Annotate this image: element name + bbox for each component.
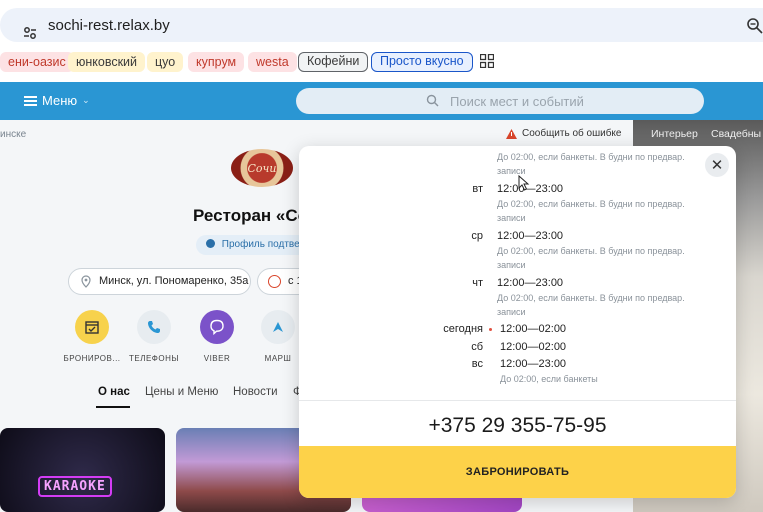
calendar-icon [75,310,109,344]
report-error-link[interactable]: Сообщить об ошибке [506,128,621,139]
tab-wedding[interactable]: Свадебны [711,128,761,140]
hours-day-label: сб [471,341,483,353]
warning-icon [506,128,517,139]
hours-note: До 02:00, если банкеты. В будни по предв… [497,199,685,223]
site-settings-icon[interactable] [22,25,38,41]
today-indicator-dot [489,328,492,331]
phone-number[interactable]: +375 29 355-75-95 [299,414,736,438]
address-text: Минск, ул. Пономаренко, 35а [99,275,249,287]
phone-icon [137,310,171,344]
logo-text: Сочи [247,161,277,175]
action-label: БРОНИРОВ... [63,354,121,363]
url-text[interactable]: sochi-rest.relax.by [48,17,170,34]
hours-note-top: До 02:00, если банкеты. В будни по предв… [497,152,685,176]
breadcrumb[interactable]: инске [0,129,26,140]
route-icon [261,310,295,344]
tab-interior[interactable]: Интерьер [651,128,698,140]
modal-divider [299,400,736,401]
restaurant-logo: Сочи [231,149,293,187]
page-tab[interactable]: Новости [233,386,278,398]
close-button[interactable]: ✕ [705,153,729,177]
search-placeholder: Поиск мест и событий [450,94,584,109]
hours-day-label: ср [471,230,483,242]
hours-time: 12:00—02:00 [500,341,567,353]
action-label: ТЕЛЕФОНЫ [129,354,179,363]
bookmark-chip[interactable]: цуо [147,52,184,72]
verified-badge: Профиль подтвер [196,235,316,255]
hours-day-label: сегодня [443,323,483,335]
location-pin-icon [81,275,91,288]
apps-grid-icon[interactable] [480,54,494,68]
page-tab[interactable]: О нас [98,386,130,398]
karaoke-photo-card[interactable] [0,428,165,512]
bookmark-chip[interactable]: westa [248,52,297,72]
hours-day-label: вт [472,183,483,195]
close-icon: ✕ [710,157,724,174]
hours-time: 12:00—23:00 [497,230,564,242]
hours-time: 12:00—23:00 [497,277,564,289]
bookmark-chip[interactable]: купрум [188,52,245,72]
hours-time: 12:00—23:00 [500,358,567,370]
hours-time: 12:00—02:00 [500,323,567,335]
viber-icon [200,310,234,344]
site-header: Меню ⌄ Поиск мест и событий [0,82,763,120]
site-search-input[interactable]: Поиск мест и событий [296,88,704,114]
search-icon [426,94,439,107]
opening-hours-modal: ✕ До 02:00, если банкеты. В будни по пре… [299,146,736,498]
bookmark-chip[interactable]: Кофейни [298,52,369,72]
action-label: VIBER [203,354,231,363]
report-error-label: Сообщить об ошибке [522,128,622,139]
hours-time: 12:00—23:00 [497,183,564,195]
bookmarks-bar: ени-оазис юнковский цуо купрум westa Кофейни П… [0,50,763,74]
bookmark-chip[interactable]: ени-оазис [0,52,74,72]
active-tab-underline [96,406,130,408]
action-calendar[interactable]: БРОНИРОВ... [62,310,122,363]
hamburger-icon [24,95,37,106]
address-bar[interactable]: sochi-rest.relax.by [0,8,763,42]
verified-label: Профиль подтвер [221,239,306,250]
mouse-cursor-icon [518,175,530,191]
menu-button[interactable]: Меню ⌄ [24,93,90,108]
book-button[interactable]: ЗАБРОНИРОВАТЬ [299,446,736,498]
menu-label: Меню [42,93,78,108]
zoom-icon[interactable] [746,17,763,35]
chevron-down-icon: ⌄ [82,95,90,105]
action-phone[interactable]: ТЕЛЕФОНЫ [124,310,184,363]
hours-note: До 02:00, если банкеты. В будни по предв… [497,293,685,317]
page-tab[interactable]: Цены и Меню [145,386,218,398]
hours-day-label: вс [471,358,483,370]
check-icon [206,239,215,248]
hours-note: До 02:00, если банкеты. В будни по предв… [497,246,685,270]
karaoke-sign: KARAOKE [38,476,112,497]
bookmark-chip[interactable]: юнковский [68,52,146,72]
page-title: Ресторан «Со [193,206,309,225]
action-viber[interactable]: VIBER [187,310,247,363]
hours-note: До 02:00, если банкеты [500,374,598,384]
bookmark-chip[interactable]: Просто вкусно [371,52,473,72]
hours-day-label: чт [472,277,483,289]
clock-icon [268,275,281,288]
address-pill[interactable]: Минск, ул. Пономаренко, 35а [68,268,251,295]
